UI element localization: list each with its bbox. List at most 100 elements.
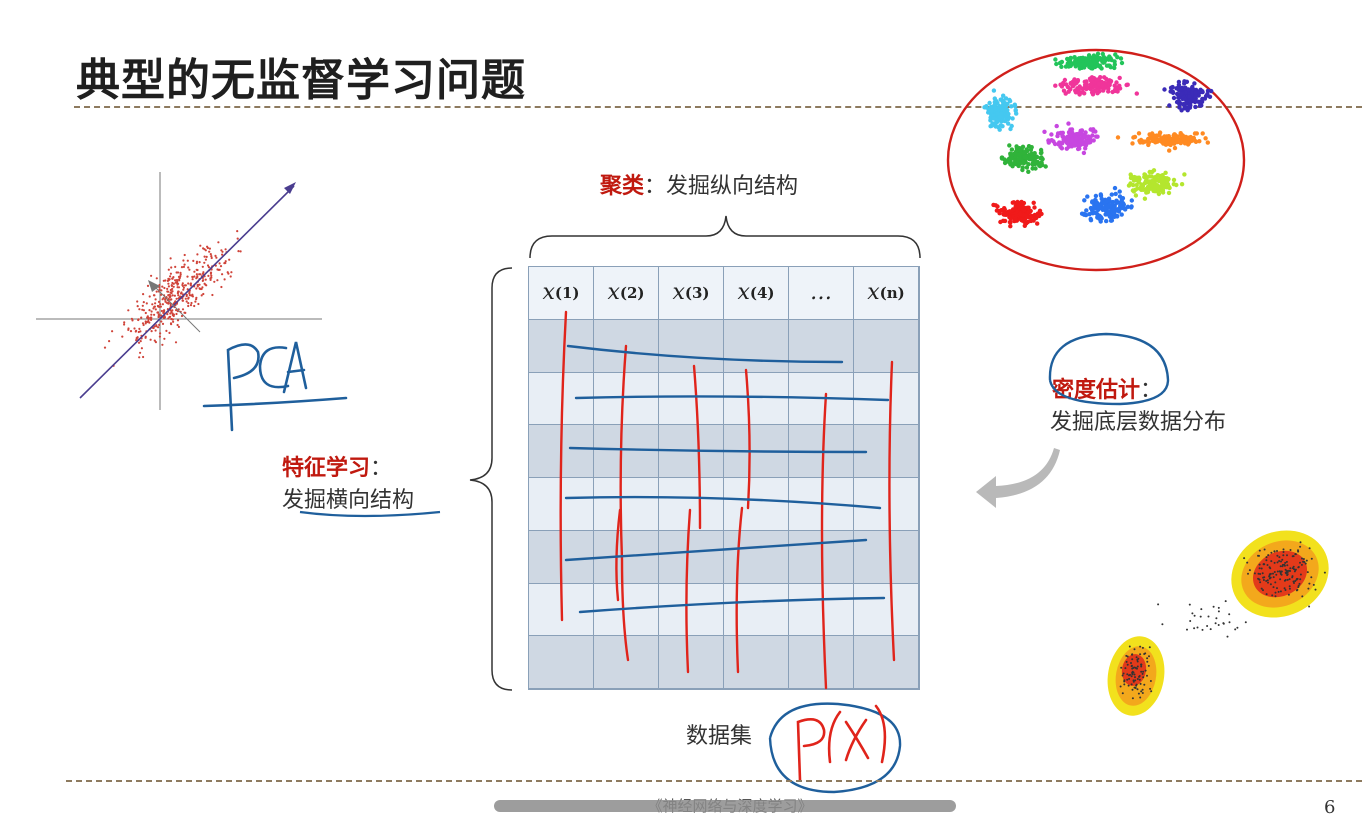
- cluster-point: [1015, 199, 1020, 205]
- density-point: [1222, 622, 1225, 625]
- pca-point: [218, 268, 221, 271]
- density-point: [1140, 665, 1143, 668]
- pca-point: [167, 301, 170, 305]
- cluster-point: [1196, 99, 1201, 105]
- cluster-point: [1092, 64, 1098, 70]
- cluster-point: [1085, 134, 1091, 140]
- pca-point: [192, 259, 195, 262]
- cluster-point: [1097, 216, 1102, 221]
- pca-point: [211, 293, 214, 297]
- pca-point: [169, 272, 172, 275]
- pca-point: [188, 268, 191, 271]
- pca-point: [168, 315, 171, 319]
- density-point: [1201, 628, 1204, 631]
- density-point: [1284, 589, 1287, 591]
- density-point: [1130, 683, 1133, 686]
- density-point: [1260, 567, 1263, 570]
- cluster-point: [1167, 103, 1172, 108]
- page-number: 6: [1324, 797, 1336, 818]
- density-point: [1191, 612, 1194, 615]
- pca-point: [185, 300, 188, 303]
- density-point: [1274, 581, 1277, 584]
- density-point: [1122, 672, 1125, 675]
- pca-point: [160, 320, 163, 323]
- density-point: [1272, 586, 1275, 589]
- pca-point: [171, 309, 174, 312]
- pca-point: [137, 341, 141, 344]
- cluster-point: [1178, 132, 1184, 137]
- density-point: [1282, 551, 1285, 553]
- pca-point: [223, 262, 226, 265]
- pca-point: [159, 305, 162, 308]
- cluster-point: [1020, 144, 1026, 149]
- density-point: [1288, 569, 1291, 572]
- density-point: [1284, 561, 1287, 564]
- pca-point: [108, 340, 111, 343]
- cluster-point: [1112, 205, 1117, 210]
- cluster-point: [1022, 219, 1027, 225]
- cluster-point: [1013, 216, 1018, 221]
- density-point: [1282, 548, 1285, 551]
- pca-point: [191, 278, 194, 281]
- pca-point: [164, 300, 167, 303]
- cluster-point: [1093, 193, 1099, 199]
- cluster-point: [1113, 87, 1118, 92]
- slide-drawings: [36, 48, 1329, 794]
- cluster-point: [1089, 210, 1095, 216]
- pca-point: [177, 294, 180, 297]
- cluster-point: [1084, 208, 1089, 213]
- density-point: [1263, 576, 1266, 579]
- cluster-point: [1002, 157, 1007, 162]
- pca-point: [187, 282, 190, 285]
- density-point: [1278, 556, 1281, 559]
- density-point: [1302, 560, 1305, 563]
- density-point: [1312, 583, 1315, 586]
- cluster-point: [1032, 155, 1038, 160]
- footer-divider: [66, 780, 1362, 782]
- cluster-point: [1039, 150, 1044, 155]
- cluster-point: [1088, 216, 1093, 222]
- pca-point: [161, 303, 164, 306]
- cluster-point: [1137, 138, 1142, 143]
- cluster-point: [1073, 64, 1078, 69]
- density-point: [1270, 560, 1273, 563]
- cluster-point: [1010, 116, 1015, 121]
- density-point: [1291, 555, 1294, 558]
- pca-point: [159, 332, 162, 335]
- density-point: [1280, 560, 1282, 563]
- density-point: [1276, 550, 1278, 552]
- clustering-strokes: [559, 310, 896, 690]
- horizontal-scrollbar[interactable]: [494, 800, 956, 812]
- density-point: [1299, 545, 1302, 548]
- cluster-point: [1112, 62, 1118, 67]
- pca-point: [180, 266, 184, 269]
- density-point: [1207, 615, 1210, 618]
- cluster-point: [1205, 91, 1210, 97]
- density-point: [1143, 653, 1146, 655]
- pca-point: [156, 311, 159, 314]
- cluster-point: [1057, 140, 1062, 145]
- density-point: [1157, 603, 1160, 606]
- cluster-point: [1010, 152, 1015, 157]
- pca-point: [176, 323, 179, 327]
- density-point: [1268, 566, 1271, 569]
- pca-point: [206, 264, 210, 267]
- density-point: [1139, 645, 1142, 648]
- pca-point: [146, 284, 150, 287]
- cluster-point: [1181, 136, 1186, 141]
- pca-point: [208, 250, 211, 253]
- cluster-point: [1017, 206, 1023, 211]
- pca-point: [218, 262, 221, 265]
- density-point: [1136, 665, 1139, 668]
- cluster-point: [998, 219, 1003, 225]
- density-point: [1142, 676, 1145, 679]
- density-point: [1128, 674, 1130, 677]
- pca-point: [221, 273, 224, 276]
- cluster-point: [1104, 199, 1110, 204]
- density-point: [1271, 594, 1274, 597]
- density-point: [1284, 579, 1287, 581]
- density-point: [1260, 587, 1263, 590]
- density-point: [1288, 578, 1291, 581]
- cluster-point: [1179, 182, 1185, 187]
- pca-point: [129, 330, 133, 333]
